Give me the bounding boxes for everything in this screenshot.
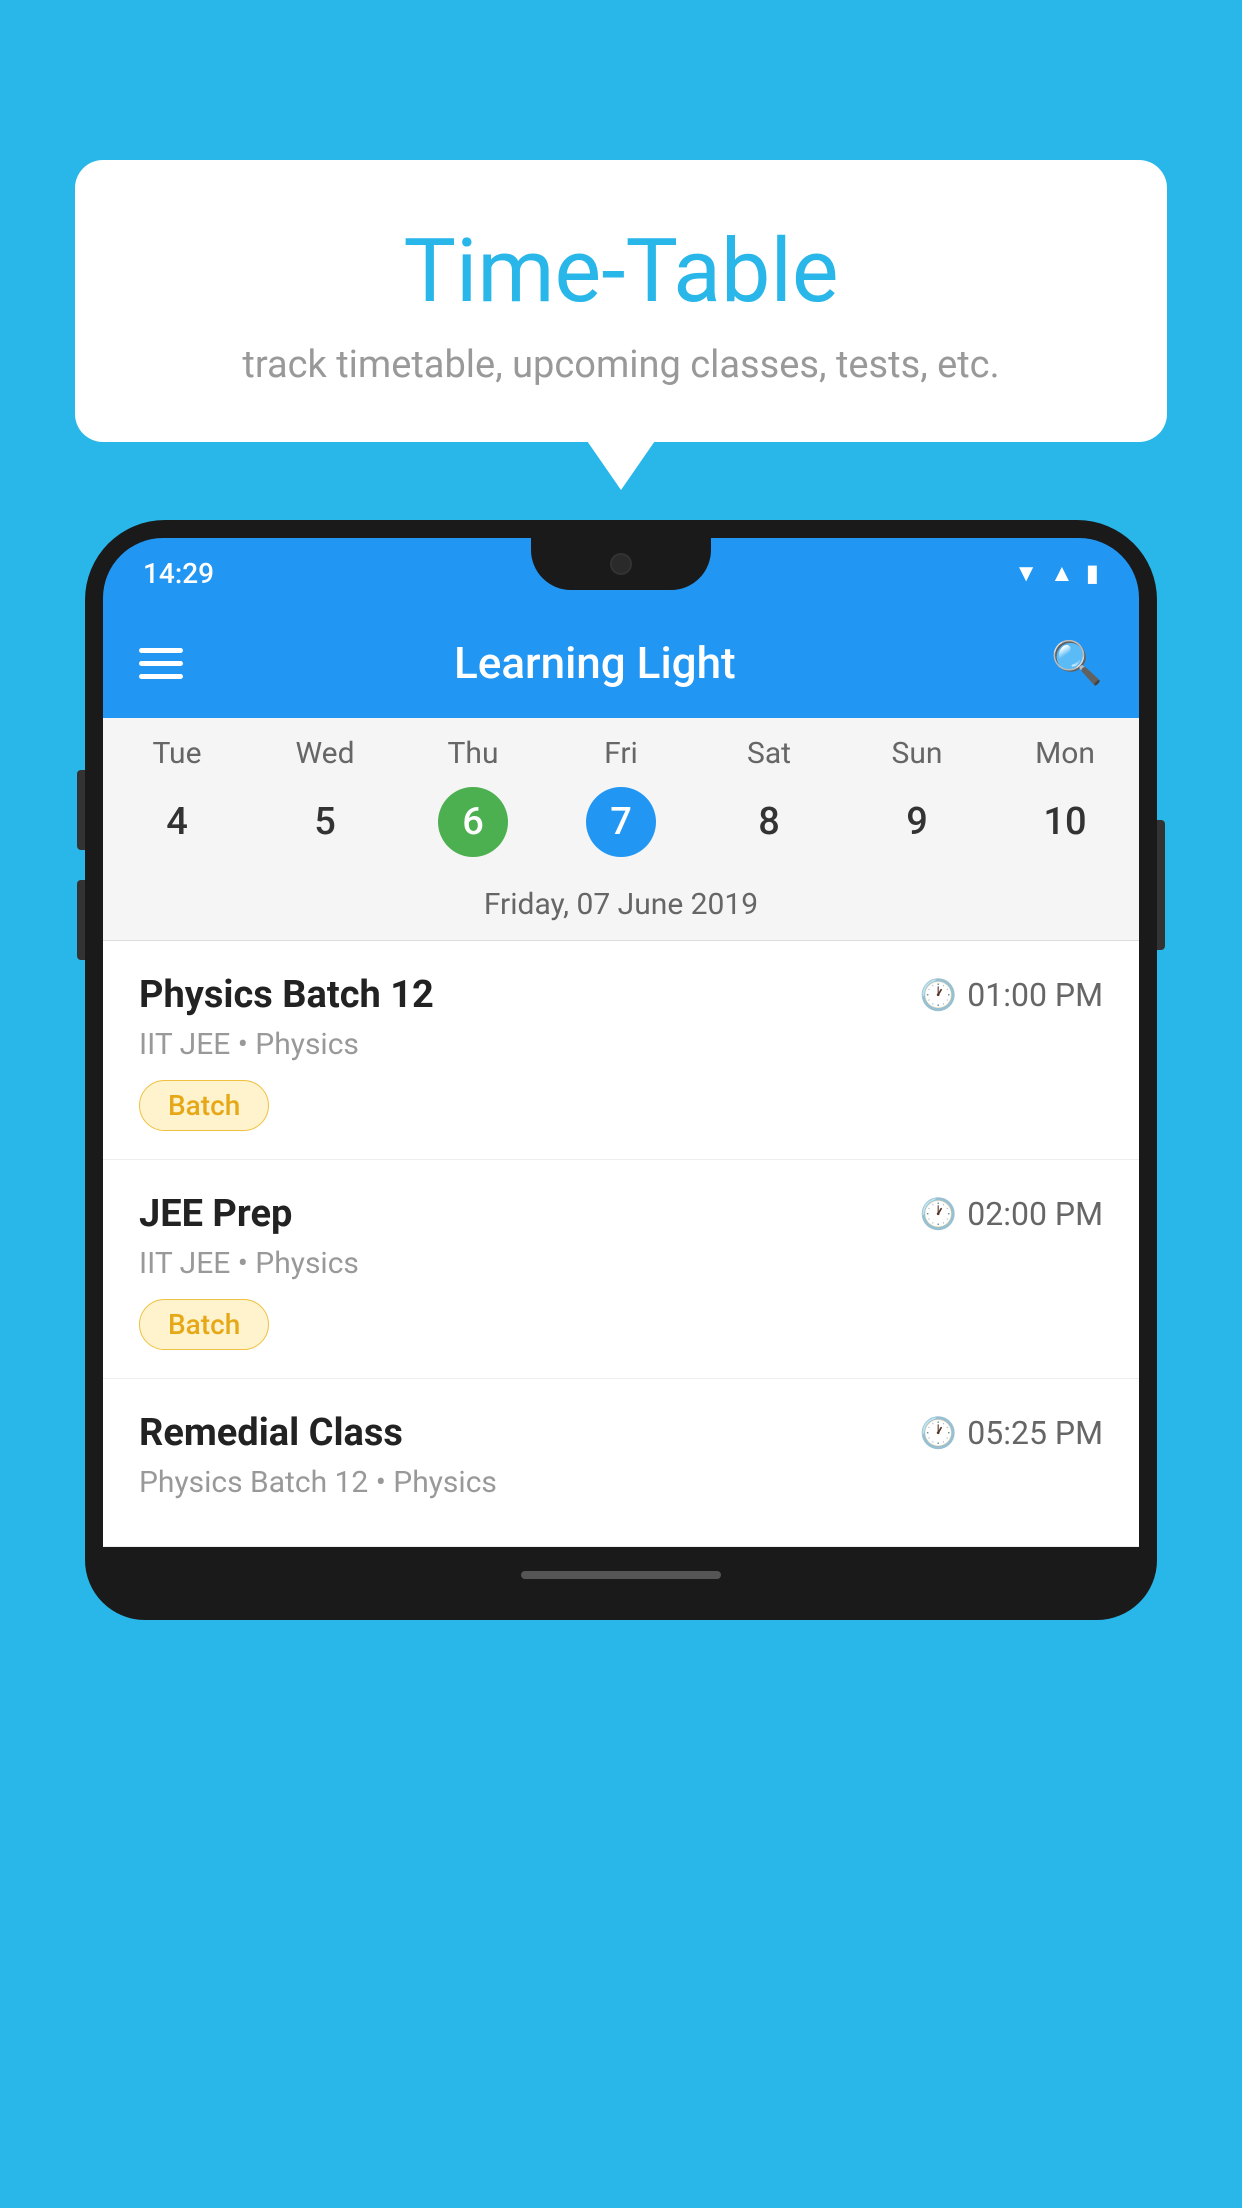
schedule-item-top-2: JEE Prep 🕐 02:00 PM (139, 1192, 1103, 1236)
day-wed[interactable]: Wed (251, 736, 399, 771)
signal-icon: ▲ (1050, 559, 1074, 588)
day-sun[interactable]: Sun (843, 736, 991, 771)
hamburger-line-2 (139, 661, 183, 666)
bubble-subtitle: track timetable, upcoming classes, tests… (135, 343, 1107, 387)
volume-down-button (77, 880, 85, 960)
class-time-3: 🕐 05:25 PM (920, 1414, 1103, 1452)
search-icon[interactable]: 🔍 (1051, 639, 1103, 688)
schedule-list: Physics Batch 12 🕐 01:00 PM IIT JEE • Ph… (103, 941, 1139, 1547)
date-4[interactable]: 4 (103, 787, 251, 857)
schedule-item-3[interactable]: Remedial Class 🕐 05:25 PM Physics Batch … (103, 1379, 1139, 1547)
day-tue[interactable]: Tue (103, 736, 251, 771)
date-8[interactable]: 8 (695, 787, 843, 857)
time-value-2: 02:00 PM (967, 1195, 1103, 1233)
day-thu[interactable]: Thu (399, 736, 547, 771)
calendar-section: Tue Wed Thu Fri Sat Sun (103, 718, 1139, 941)
status-icons: ▼ ▲ ▮ (1014, 559, 1099, 588)
volume-up-button (77, 770, 85, 850)
class-meta-3: Physics Batch 12 • Physics (139, 1465, 1103, 1500)
class-time-1: 🕐 01:00 PM (920, 976, 1103, 1014)
phone-mockup: 14:29 ▼ ▲ ▮ Learning Light 🔍 (85, 520, 1157, 2208)
day-fri[interactable]: Fri (547, 736, 695, 771)
time-value-1: 01:00 PM (967, 976, 1103, 1014)
class-time-2: 🕐 02:00 PM (920, 1195, 1103, 1233)
schedule-item-top-3: Remedial Class 🕐 05:25 PM (139, 1411, 1103, 1455)
schedule-item-top-1: Physics Batch 12 🕐 01:00 PM (139, 973, 1103, 1017)
batch-badge-1: Batch (139, 1080, 269, 1131)
days-header: Tue Wed Thu Fri Sat Sun (103, 718, 1139, 779)
date-5[interactable]: 5 (251, 787, 399, 857)
clock-icon-2: 🕐 (920, 1197, 957, 1232)
wifi-icon: ▼ (1014, 559, 1038, 588)
day-mon[interactable]: Mon (991, 736, 1139, 771)
time-value-3: 05:25 PM (967, 1414, 1103, 1452)
phone-bottom-bar (103, 1547, 1139, 1602)
power-button (1157, 820, 1165, 950)
battery-icon: ▮ (1086, 559, 1099, 587)
schedule-item-1[interactable]: Physics Batch 12 🕐 01:00 PM IIT JEE • Ph… (103, 941, 1139, 1160)
clock-icon-1: 🕐 (920, 978, 957, 1013)
schedule-item-2[interactable]: JEE Prep 🕐 02:00 PM IIT JEE • Physics Ba… (103, 1160, 1139, 1379)
app-title: Learning Light (213, 637, 977, 689)
class-name-2: JEE Prep (139, 1192, 292, 1236)
selected-date-label: Friday, 07 June 2019 (103, 875, 1139, 941)
phone-outer-frame: 14:29 ▼ ▲ ▮ Learning Light 🔍 (85, 520, 1157, 1620)
dates-row: 4 5 6 7 8 9 (103, 779, 1139, 875)
date-7[interactable]: 7 (547, 787, 695, 857)
date-6[interactable]: 6 (399, 787, 547, 857)
class-meta-2: IIT JEE • Physics (139, 1246, 1103, 1281)
status-time: 14:29 (143, 557, 214, 590)
home-bar (521, 1571, 721, 1579)
class-meta-1: IIT JEE • Physics (139, 1027, 1103, 1062)
hamburger-line-1 (139, 648, 183, 653)
date-10[interactable]: 10 (991, 787, 1139, 857)
batch-badge-2: Batch (139, 1299, 269, 1350)
status-bar: 14:29 ▼ ▲ ▮ (103, 538, 1139, 608)
class-name-1: Physics Batch 12 (139, 973, 434, 1017)
hamburger-line-3 (139, 674, 183, 679)
phone-screen: 14:29 ▼ ▲ ▮ Learning Light 🔍 (103, 538, 1139, 1602)
date-9[interactable]: 9 (843, 787, 991, 857)
app-bar: Learning Light 🔍 (103, 608, 1139, 718)
hamburger-menu-button[interactable] (139, 648, 183, 679)
bubble-title: Time-Table (135, 220, 1107, 323)
camera-dot (610, 553, 632, 575)
tooltip-area: Time-Table track timetable, upcoming cla… (75, 160, 1167, 442)
class-name-3: Remedial Class (139, 1411, 403, 1455)
clock-icon-3: 🕐 (920, 1416, 957, 1451)
day-sat[interactable]: Sat (695, 736, 843, 771)
speech-bubble: Time-Table track timetable, upcoming cla… (75, 160, 1167, 442)
notch (531, 538, 711, 590)
